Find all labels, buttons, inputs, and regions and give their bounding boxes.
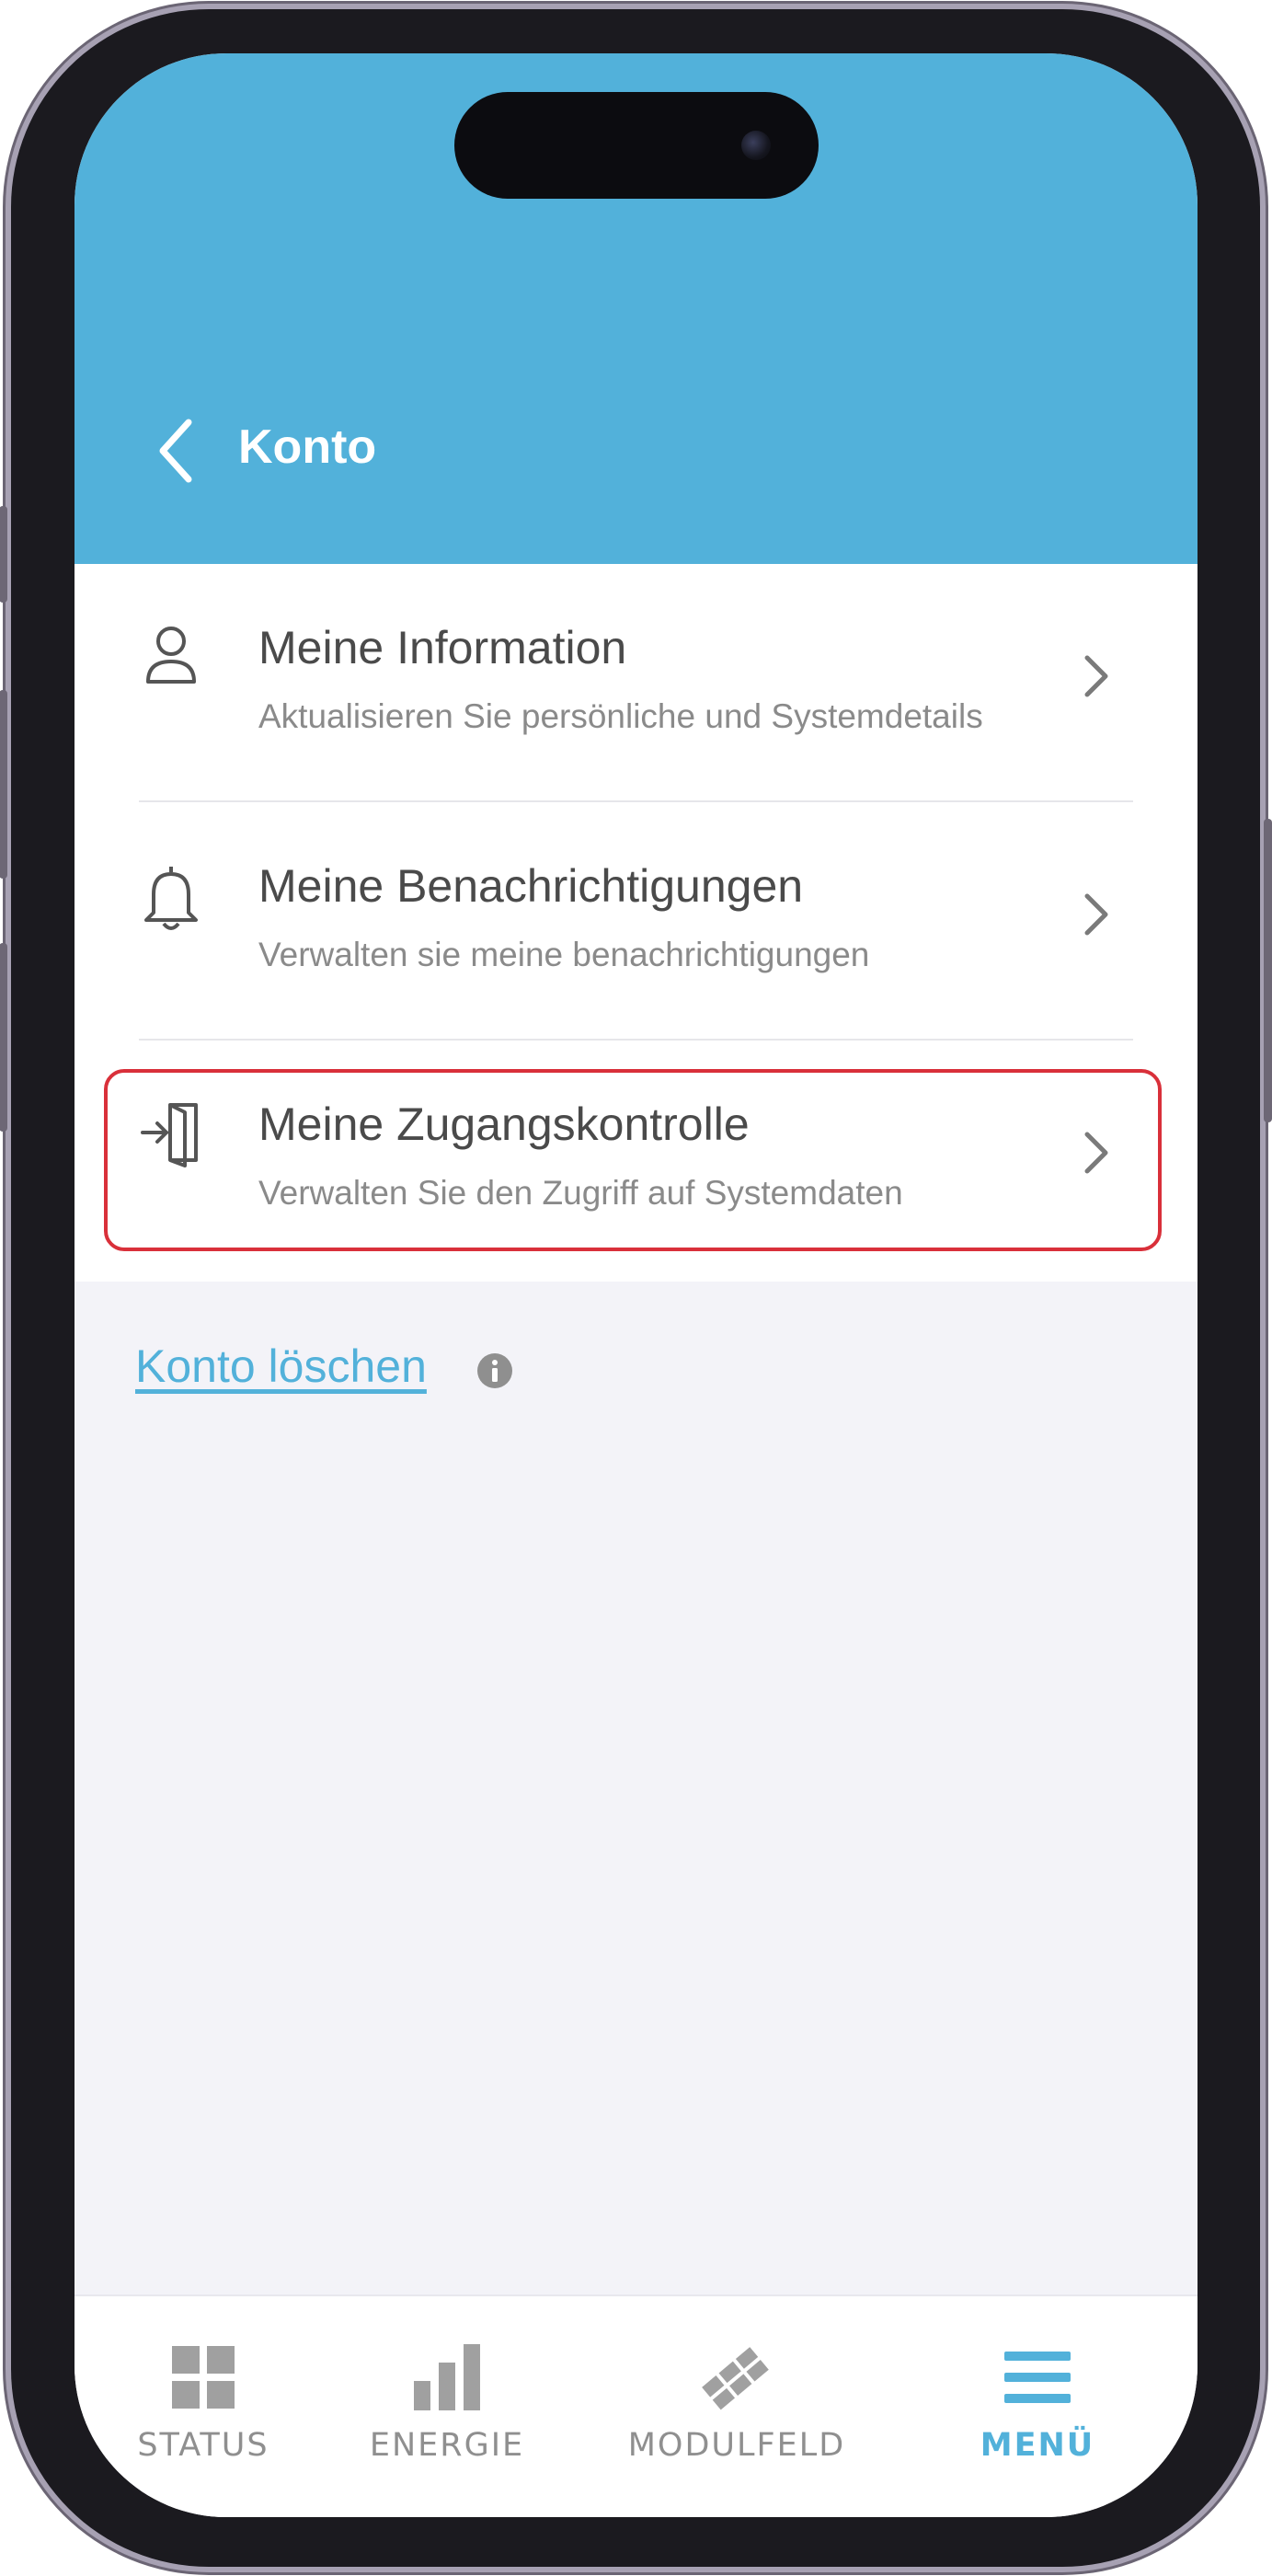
tab-label: MODULFELD: [627, 2427, 846, 2464]
page-title: Konto: [238, 420, 377, 474]
power-button: [1264, 819, 1272, 1122]
panels-icon: [702, 2347, 769, 2410]
tab-label: STATUS: [137, 2427, 269, 2464]
menu-item-subtitle: Aktualisieren Sie persönliche und System…: [258, 697, 983, 735]
chevron-right-icon: [1084, 655, 1108, 697]
tab-label: MENÜ: [980, 2427, 1095, 2464]
tab-modulfeld[interactable]: MODULFELD: [599, 2340, 875, 2464]
highlight-box: [104, 1069, 1162, 1251]
bottom-tab-bar: STATUS ENERGIE MODULFELD MENÜ: [74, 2294, 1198, 2517]
camera-icon: [741, 131, 771, 160]
tab-menu[interactable]: MENÜ: [936, 2340, 1139, 2464]
app-header: Konto: [74, 53, 1198, 564]
chevron-right-icon: [1084, 893, 1108, 936]
hamburger-icon: [1004, 2352, 1071, 2403]
chevron-left-icon: [159, 419, 192, 483]
action-button: [0, 506, 7, 603]
delete-account-link[interactable]: Konto löschen: [135, 1340, 427, 1393]
menu-item-title: Meine Information: [258, 622, 627, 673]
menu-item-title: Meine Benachrichtigungen: [258, 860, 804, 912]
menu-item-my-notifications[interactable]: Meine Benachrichtigungen Verwalten sie m…: [74, 802, 1198, 1040]
tab-status[interactable]: STATUS: [102, 2340, 304, 2464]
bell-icon: [144, 867, 198, 930]
person-icon: [146, 627, 196, 684]
bar-chart-icon: [414, 2344, 480, 2410]
tab-energie[interactable]: ENERGIE: [346, 2340, 548, 2464]
volume-down-button: [0, 943, 7, 1132]
info-icon[interactable]: [476, 1352, 513, 1389]
back-button[interactable]: [148, 409, 203, 492]
dynamic-island: [454, 92, 819, 199]
app-screen: Konto Meine Information Aktualisieren Si…: [74, 53, 1198, 2517]
volume-up-button: [0, 690, 7, 879]
tab-label: ENERGIE: [369, 2427, 525, 2464]
menu-item-my-information[interactable]: Meine Information Aktualisieren Sie pers…: [74, 564, 1198, 801]
menu-item-subtitle: Verwalten sie meine benachrichtigungen: [258, 936, 870, 973]
grid-icon: [172, 2346, 235, 2409]
